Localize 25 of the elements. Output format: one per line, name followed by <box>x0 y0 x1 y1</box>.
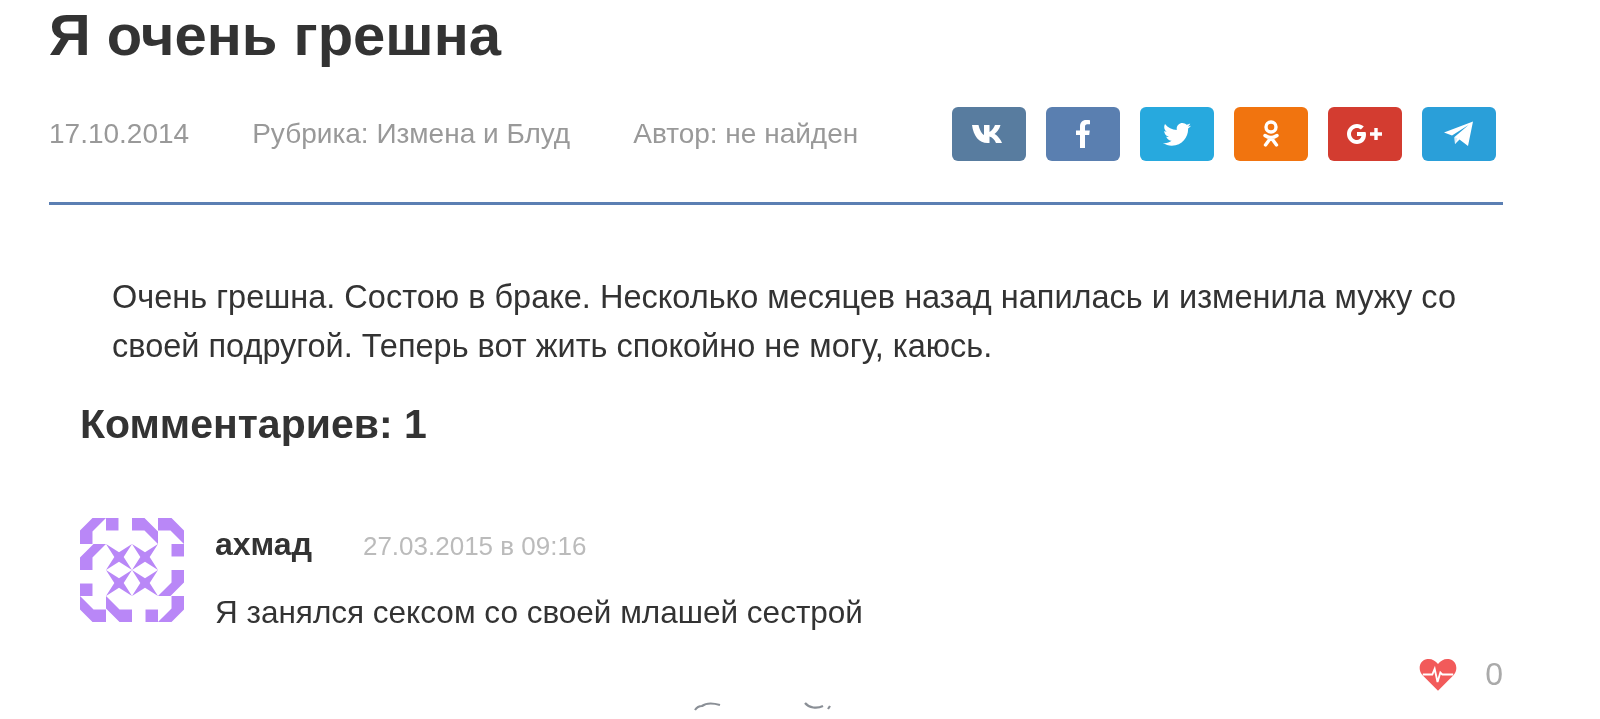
post-author: Автор: не найден <box>633 118 859 150</box>
article-text: Очень грешна. Состою в браке. Несколько месяцев назад напилась и изменила мужу со своей подругой. Теперь вот жить спокойно не могу, каюсь. <box>112 278 1458 366</box>
odnoklassniki-share-button[interactable] <box>1234 107 1308 161</box>
vk-share-button[interactable] <box>952 107 1026 161</box>
post-category: Рубрика: Измена и Блуд <box>252 118 571 150</box>
post-date: 17.10.2014 <box>49 118 190 150</box>
facebook-share-button[interactable] <box>1046 107 1120 161</box>
facebook-logo-icon <box>1076 120 1090 148</box>
google-plus-share-button[interactable] <box>1328 107 1402 161</box>
comment-author: ахмад <box>215 525 312 563</box>
comments-heading: Комментариев: 1 <box>80 400 428 448</box>
bird-icon <box>1163 122 1191 146</box>
article-title: Я очень грешна <box>49 1 503 68</box>
comment-date: 27.03.2015 в 09:16 <box>362 530 587 563</box>
comment-text: Я занялся сексом со своей млашей сестрой <box>215 593 863 631</box>
odnoklassniki-logo-icon <box>1262 120 1280 148</box>
speech-bubble-icon[interactable] <box>693 701 723 711</box>
twitter-share-button[interactable] <box>1140 107 1214 161</box>
avatar-pattern-icon <box>80 518 184 622</box>
heart-pulse-icon[interactable] <box>1419 657 1458 691</box>
paper-plane-icon <box>1444 121 1474 147</box>
telegram-share-button[interactable] <box>1422 107 1496 161</box>
like-count: 0 <box>1485 657 1503 691</box>
smile-icon[interactable] <box>803 701 831 711</box>
google-plus-logo-icon <box>1345 122 1385 146</box>
